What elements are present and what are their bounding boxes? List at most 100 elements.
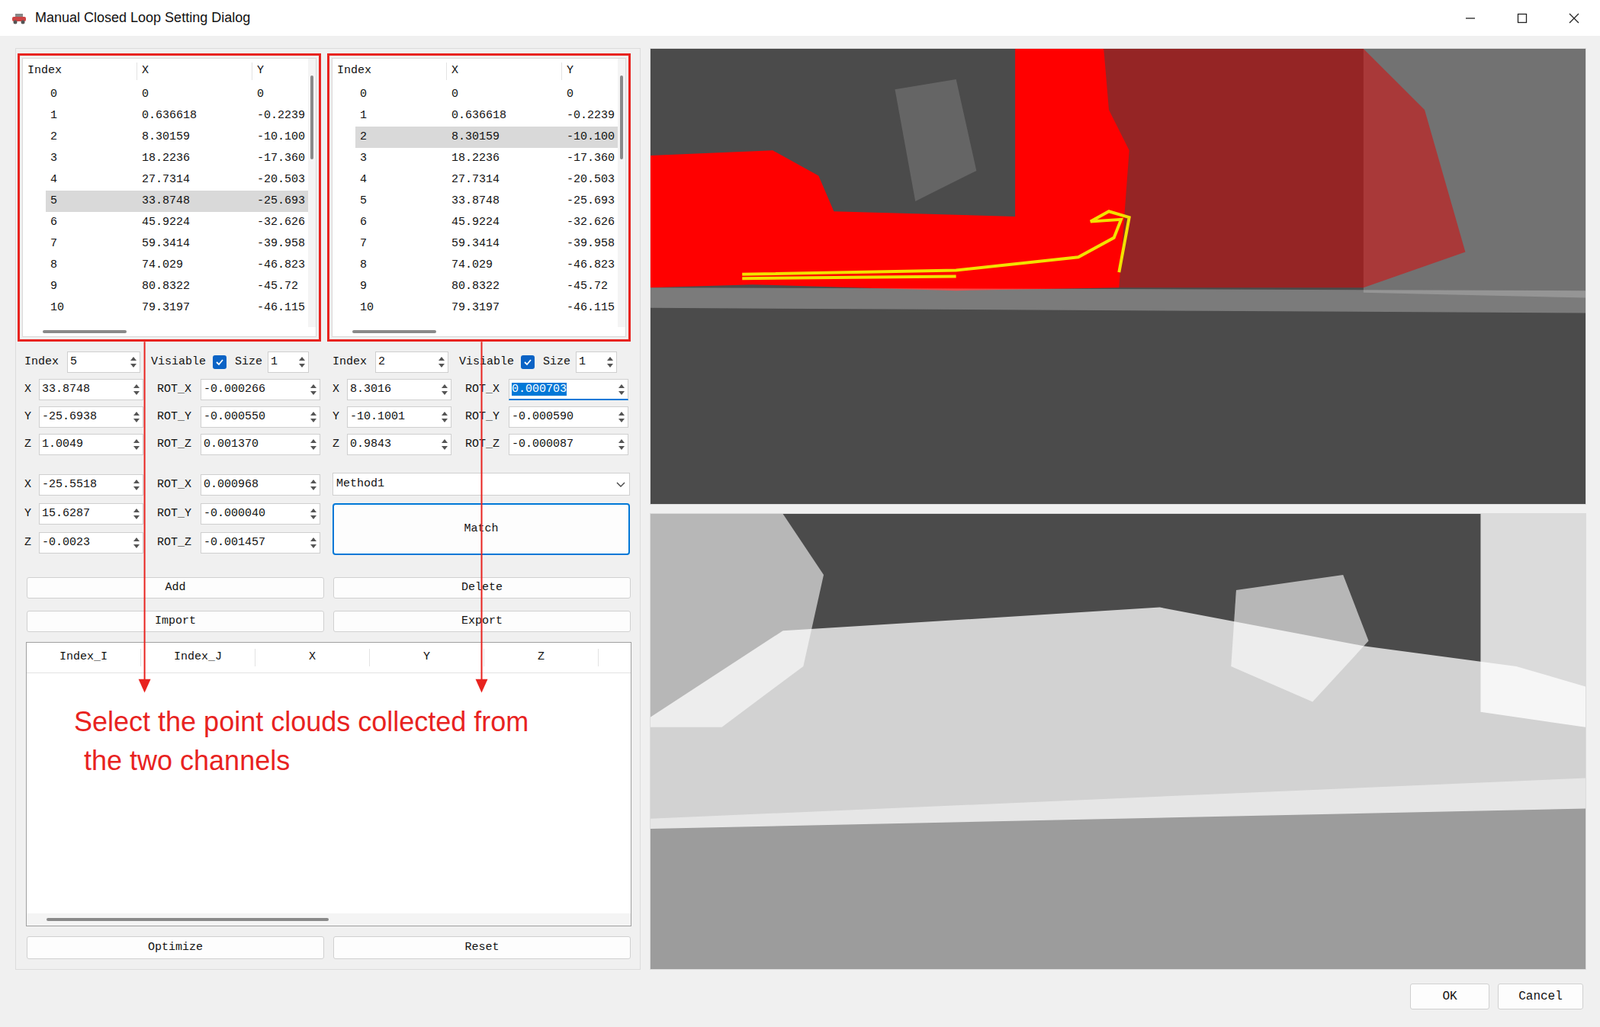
spin-value[interactable]: 0.001370 <box>201 436 309 453</box>
spin-box[interactable]: -0.001457 <box>200 532 321 554</box>
spin-box[interactable]: 0.000703 <box>508 379 629 401</box>
column-header[interactable]: Y <box>252 62 309 81</box>
spin-box[interactable]: 0.001370 <box>200 433 321 456</box>
horizontal-scrollbar[interactable] <box>22 327 316 337</box>
loop-table[interactable]: Index_IIndex_JXYZ <box>25 642 632 927</box>
spin-value[interactable]: 0.000703 <box>509 382 617 398</box>
table-row[interactable]: 533.8748-25.693 <box>332 190 618 213</box>
table-row[interactable]: 000 <box>332 83 618 106</box>
push-button[interactable]: Export <box>333 610 631 633</box>
spin-box[interactable]: 0.000968 <box>200 474 321 496</box>
spin-box[interactable]: -0.000550 <box>200 406 321 428</box>
push-button[interactable]: Delete <box>333 577 631 599</box>
column-header[interactable]: X <box>446 62 563 81</box>
spin-box[interactable]: -25.5518 <box>38 474 144 496</box>
spin-box[interactable]: 0.9843 <box>346 433 452 456</box>
column-header[interactable]: X <box>137 62 253 81</box>
column-header[interactable]: Y <box>562 62 618 81</box>
spin-box[interactable]: 1 <box>575 351 617 373</box>
column-header[interactable]: X <box>255 648 370 667</box>
table-row[interactable]: 759.3414-39.958 <box>332 233 618 255</box>
spin-value[interactable]: 15.6287 <box>39 506 132 522</box>
match-button[interactable]: Match <box>332 503 630 556</box>
spin-box[interactable]: 1.0049 <box>38 433 144 456</box>
spin-arrows-icon[interactable] <box>616 381 627 399</box>
spin-arrows-icon[interactable] <box>308 381 319 399</box>
table-row[interactable]: 874.029-46.823 <box>22 254 309 277</box>
push-button[interactable]: Import <box>26 610 325 633</box>
dialog-button[interactable]: Cancel <box>1497 983 1584 1010</box>
table-row[interactable]: 318.2236-17.360 <box>332 147 618 170</box>
table-row[interactable]: 645.9224-32.626 <box>332 212 618 234</box>
table-row[interactable]: 10.636618-0.2239 <box>22 105 309 127</box>
spin-box[interactable]: -0.000590 <box>508 406 629 428</box>
method-dropdown[interactable]: Method1 <box>332 472 630 496</box>
table-row[interactable]: 000 <box>22 83 309 106</box>
spin-box[interactable]: -0.000040 <box>200 503 321 525</box>
push-button[interactable]: Add <box>26 577 325 599</box>
dialog-button[interactable]: OK <box>1410 983 1490 1010</box>
column-header[interactable]: Index <box>22 62 138 81</box>
table-row[interactable]: 980.8322-45.72 <box>332 276 618 298</box>
spin-value[interactable]: -0.000590 <box>509 409 617 425</box>
spin-arrows-icon[interactable] <box>436 353 447 371</box>
spin-arrows-icon[interactable] <box>131 408 142 426</box>
push-button[interactable]: Reset <box>333 936 631 960</box>
column-header[interactable]: Index_J <box>141 648 256 667</box>
spin-value[interactable]: -25.5518 <box>39 477 132 493</box>
table-row[interactable]: 533.8748-25.693 <box>22 190 309 213</box>
spin-arrows-icon[interactable] <box>308 476 319 494</box>
spin-box[interactable]: 5 <box>67 351 141 373</box>
spin-value[interactable]: 2 <box>375 354 437 370</box>
push-button[interactable]: Optimize <box>26 936 325 960</box>
horizontal-scrollbar[interactable] <box>26 913 631 926</box>
table-row[interactable]: 759.3414-39.958 <box>22 233 309 255</box>
column-header[interactable]: Y <box>369 648 485 667</box>
spin-arrows-icon[interactable] <box>440 408 450 426</box>
table-row[interactable]: 874.029-46.823 <box>332 254 618 277</box>
column-header[interactable]: Index_I <box>26 648 142 667</box>
vertical-scrollbar[interactable] <box>308 58 316 328</box>
spin-value[interactable]: 0.9843 <box>347 436 441 453</box>
table-row[interactable]: 427.7314-20.503 <box>22 169 309 191</box>
spin-arrows-icon[interactable] <box>616 408 627 426</box>
top-viewer[interactable] <box>649 48 1587 505</box>
spin-value[interactable]: 1.0049 <box>39 436 132 453</box>
table-row[interactable]: 28.30159-10.100 <box>332 126 618 148</box>
spin-box[interactable]: -0.000087 <box>508 433 629 456</box>
visible-checkbox[interactable] <box>212 355 227 370</box>
spin-box[interactable]: -0.000266 <box>200 379 321 401</box>
point-cloud-top-view[interactable] <box>650 48 1586 505</box>
spin-arrows-icon[interactable] <box>308 436 319 454</box>
spin-value[interactable]: -0.0023 <box>39 535 132 551</box>
point-table[interactable]: IndexXY 00010.636618-0.223928.30159-10.10… <box>22 57 317 338</box>
spin-value[interactable]: 1 <box>576 354 606 370</box>
close-button[interactable] <box>1548 0 1600 36</box>
spin-value[interactable]: 0.000968 <box>201 477 309 493</box>
point-cloud-side-view[interactable] <box>650 514 1586 970</box>
spin-arrows-icon[interactable] <box>297 353 307 371</box>
table-row[interactable]: 318.2236-17.360 <box>22 147 309 170</box>
point-table[interactable]: IndexXY00010.636618-0.223928.30159-10.10… <box>331 57 627 338</box>
spin-value[interactable]: 1 <box>268 354 298 370</box>
spin-arrows-icon[interactable] <box>131 505 142 523</box>
spin-value[interactable]: 5 <box>67 354 129 370</box>
column-header[interactable]: Index <box>332 62 447 81</box>
bottom-viewer[interactable] <box>649 513 1587 971</box>
minimize-button[interactable] <box>1444 0 1497 36</box>
table-row[interactable]: 28.30159-10.100 <box>22 126 309 148</box>
spin-arrows-icon[interactable] <box>308 408 319 426</box>
spin-box[interactable]: 8.3016 <box>346 379 452 401</box>
table-row[interactable]: 645.9224-32.626 <box>22 212 309 234</box>
spin-value[interactable]: -0.000550 <box>201 409 309 425</box>
spin-value[interactable]: -0.000087 <box>509 436 617 453</box>
spin-value[interactable]: 8.3016 <box>347 382 441 398</box>
table-row[interactable]: 427.7314-20.503 <box>332 169 618 191</box>
spin-value[interactable]: -25.6938 <box>39 409 132 425</box>
spin-value[interactable]: -10.1001 <box>347 409 441 425</box>
spin-box[interactable]: 15.6287 <box>38 503 144 525</box>
spin-box[interactable]: 2 <box>375 351 449 373</box>
spin-value[interactable]: -0.000040 <box>201 506 309 522</box>
spin-box[interactable]: 1 <box>267 351 309 373</box>
horizontal-scrollbar[interactable] <box>332 327 626 337</box>
